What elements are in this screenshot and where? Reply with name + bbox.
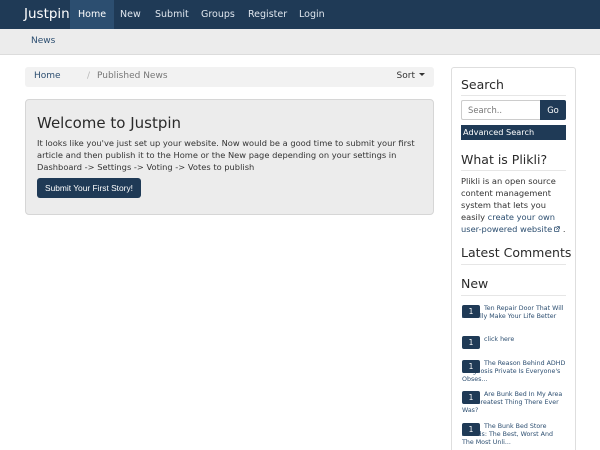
divider — [461, 295, 566, 296]
list-item: 1 The Reason Behind ADHD Diagnosis Priva… — [462, 360, 566, 383]
list-item: 1 Are Bunk Bed In My Area The Greatest T… — [462, 391, 566, 414]
list-item: 1 click here — [462, 336, 566, 349]
sort-label: Sort — [396, 71, 415, 81]
breadcrumb: Home / Published News Sort — [25, 67, 434, 87]
divider — [461, 264, 566, 265]
list-item: 1 Ten Repair Door That Will Actually Mak… — [462, 305, 566, 321]
nav-home[interactable]: Home — [70, 0, 115, 29]
latest-comments-heading: Latest Comments — [461, 245, 572, 260]
subnav-item-news[interactable]: News — [31, 36, 55, 46]
breadcrumb-separator: / — [87, 71, 91, 81]
nav-register[interactable]: Register — [240, 0, 295, 29]
welcome-panel: Welcome to Justpin It looks like you've … — [25, 99, 434, 215]
nav-new[interactable]: New — [112, 0, 149, 29]
breadcrumb-current: Published News — [97, 71, 168, 81]
list-item: 1 The Bunk Bed Store Awards: The Best, W… — [462, 423, 566, 446]
brand-logo[interactable]: Justpin — [24, 6, 70, 22]
vote-count-badge[interactable]: 1 — [462, 336, 480, 349]
nav-submit[interactable]: Submit — [147, 0, 197, 29]
search-heading: Search — [461, 77, 504, 92]
vote-count-badge[interactable]: 1 — [462, 360, 480, 373]
top-navbar: Justpin Home New Submit Groups Register … — [0, 0, 600, 29]
vote-count-badge[interactable]: 1 — [462, 305, 480, 318]
vote-count-badge[interactable]: 1 — [462, 423, 480, 436]
sidebar: Search Go Advanced Search What is Plikli… — [451, 67, 576, 450]
caret-down-icon — [419, 73, 425, 76]
search-go-button[interactable]: Go — [540, 100, 566, 120]
search-input[interactable] — [461, 100, 540, 120]
sort-dropdown-button[interactable]: Sort — [397, 71, 425, 81]
welcome-text: It looks like you've just set up your we… — [37, 138, 415, 172]
about-text: Plikli is an open source content managem… — [461, 175, 569, 235]
nav-groups[interactable]: Groups — [193, 0, 243, 29]
vote-count-badge[interactable]: 1 — [462, 391, 480, 404]
category-subnav: News — [0, 29, 600, 55]
advanced-search-link[interactable]: Advanced Search — [461, 125, 566, 140]
welcome-title: Welcome to Justpin — [37, 114, 182, 132]
new-heading: New — [461, 276, 489, 291]
about-heading: What is Plikli? — [461, 152, 548, 167]
about-suffix: . — [560, 224, 566, 234]
submit-first-story-button[interactable]: Submit Your First Story! — [37, 178, 141, 198]
breadcrumb-home-link[interactable]: Home — [34, 71, 61, 81]
nav-login[interactable]: Login — [291, 0, 333, 29]
external-link-icon — [554, 226, 560, 232]
divider — [461, 170, 566, 171]
divider — [461, 95, 566, 96]
